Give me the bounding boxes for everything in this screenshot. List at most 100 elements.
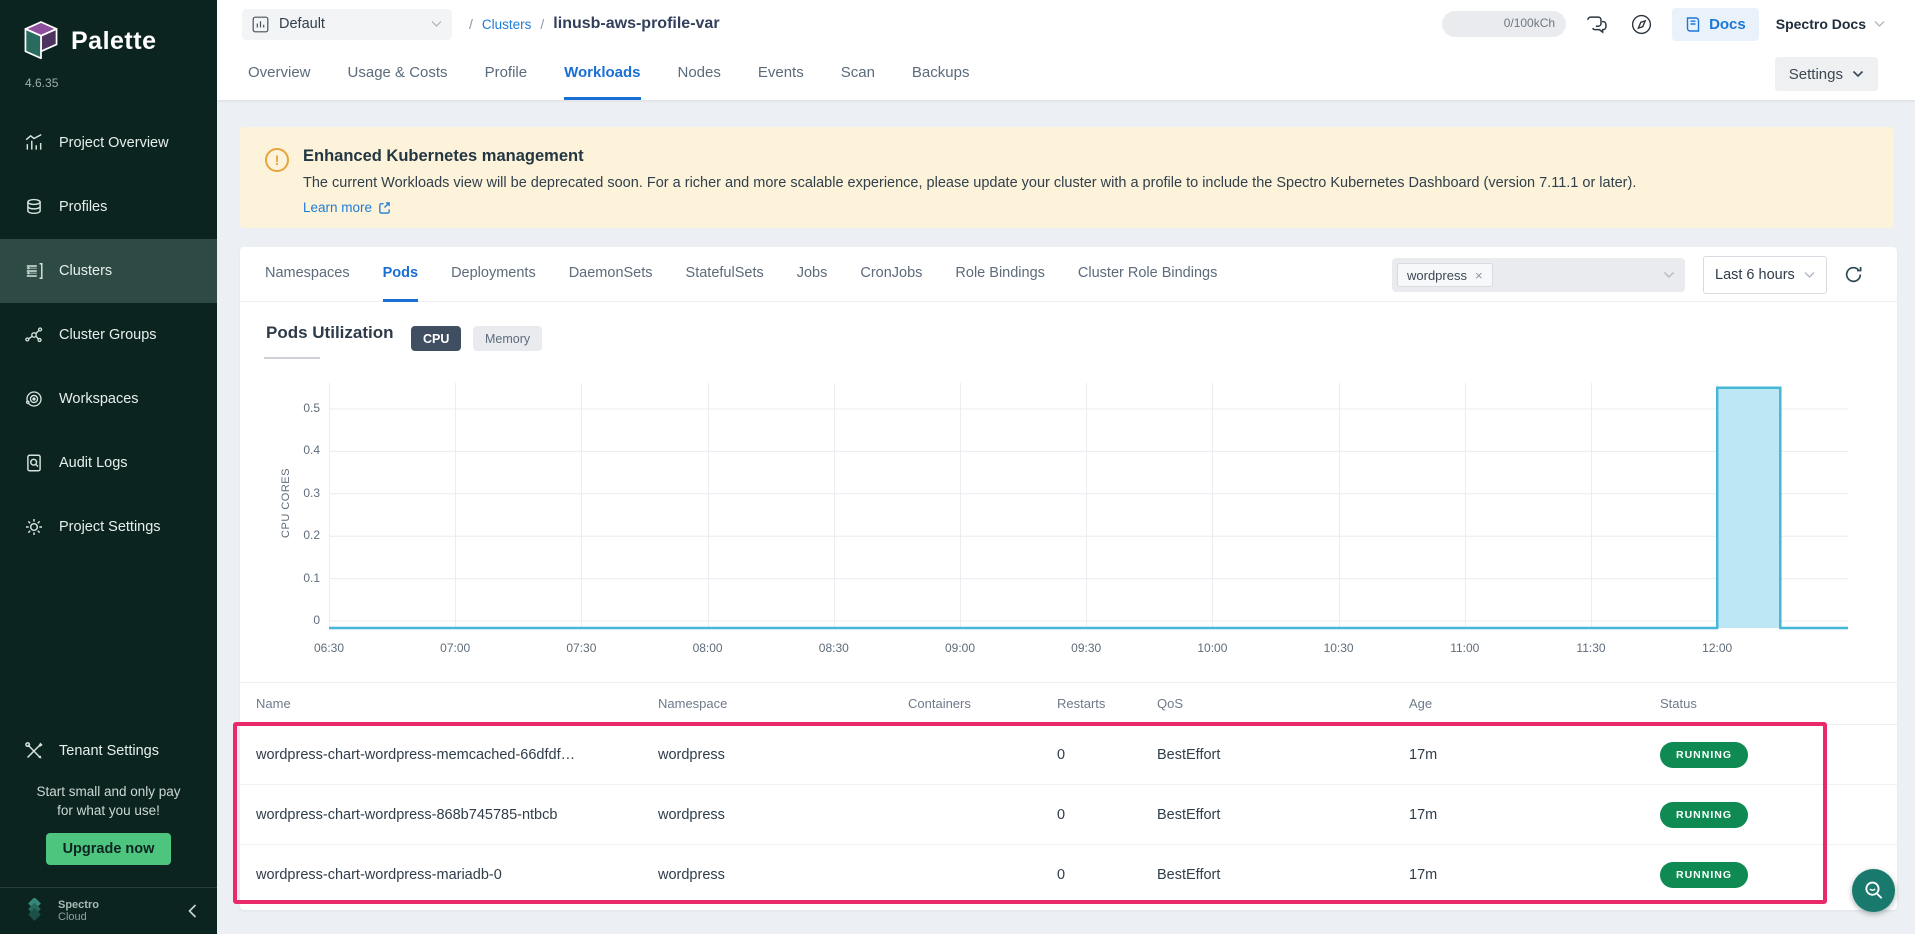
top-bar: Default / Clusters / linusb-aws-profile-… — [217, 0, 1915, 100]
table-row[interactable]: wordpress-chart-wordpress-mariadb-0 word… — [240, 845, 1897, 905]
pods-table-header: Name Namespace Containers Restarts QoS A… — [240, 682, 1897, 725]
sidebar-item-label: Audit Logs — [59, 455, 128, 471]
project-selector[interactable]: Default — [242, 9, 452, 40]
orbit-icon — [24, 389, 44, 409]
top-bar-actions: 0/100kCh Docs Spectro Docs — [1442, 8, 1915, 41]
layers-icon — [24, 197, 44, 217]
top-bar-row1: Default / Clusters / linusb-aws-profile-… — [217, 0, 1915, 48]
sidebar-item-project-overview[interactable]: Project Overview — [0, 111, 217, 175]
tab-profile[interactable]: Profile — [485, 48, 528, 100]
subtab-pods[interactable]: Pods — [383, 247, 418, 302]
section-title: Pods Utilization — [266, 323, 394, 343]
subtab-daemonsets[interactable]: DaemonSets — [569, 247, 653, 302]
search-smile-icon — [1861, 878, 1887, 904]
table-row[interactable]: wordpress-chart-wordpress-868b745785-ntb… — [240, 785, 1897, 845]
sidebar-item-tenant-settings[interactable]: Tenant Settings — [0, 719, 217, 783]
chat-bubbles-icon — [1585, 14, 1609, 35]
network-icon — [24, 325, 44, 345]
pod-namespace: wordpress — [658, 807, 908, 823]
refresh-icon — [1843, 264, 1864, 285]
pod-name: wordpress-chart-wordpress-868b745785-ntb… — [256, 807, 658, 823]
x-tick-label: 07:00 — [425, 641, 485, 655]
y-tick-label: 0.5 — [265, 401, 320, 415]
project-chart-icon — [252, 16, 269, 33]
sidebar-item-audit-logs[interactable]: Audit Logs — [0, 431, 217, 495]
x-tick-label: 09:00 — [930, 641, 990, 655]
pod-name: wordpress-chart-wordpress-mariadb-0 — [256, 867, 658, 883]
subtab-statefulsets[interactable]: StatefulSets — [686, 247, 764, 302]
docs-version-dropdown[interactable]: Spectro Docs — [1776, 16, 1885, 32]
x-tick-label: 08:30 — [804, 641, 864, 655]
learn-more-link[interactable]: Learn more — [303, 200, 391, 215]
breadcrumb-separator: / — [540, 16, 544, 32]
usage-credits-pill: 0/100kCh — [1442, 11, 1566, 37]
pod-qos: BestEffort — [1157, 807, 1409, 823]
tab-overview[interactable]: Overview — [248, 48, 311, 100]
x-tick-label: 11:30 — [1561, 641, 1621, 655]
x-tick-label: 07:30 — [551, 641, 611, 655]
breadcrumb-separator: / — [469, 16, 473, 32]
y-tick-label: 0.3 — [265, 486, 320, 500]
namespace-filter-input[interactable]: wordpress × — [1392, 258, 1685, 292]
docs-button[interactable]: Docs — [1672, 8, 1759, 41]
subtab-deployments[interactable]: Deployments — [451, 247, 536, 302]
tab-events[interactable]: Events — [758, 48, 804, 100]
sidebar-item-label: Clusters — [59, 263, 112, 279]
chat-button[interactable] — [1583, 12, 1611, 37]
status-badge: RUNNING — [1660, 862, 1748, 888]
time-range-select[interactable]: Last 6 hours — [1703, 256, 1827, 294]
compass-icon — [1630, 13, 1653, 36]
explore-button[interactable] — [1628, 11, 1655, 38]
spectro-cloud-wordmark: Spectro Cloud — [58, 899, 99, 923]
table-row[interactable]: wordpress-chart-wordpress-memcached-66df… — [240, 725, 1897, 785]
settings-button[interactable]: Settings — [1775, 57, 1878, 91]
subtab-namespaces[interactable]: Namespaces — [265, 247, 350, 302]
book-icon — [1685, 16, 1701, 33]
sidebar-collapse-icon[interactable] — [188, 904, 197, 918]
help-search-fab[interactable] — [1852, 869, 1895, 912]
chevron-down-icon — [1663, 271, 1675, 279]
col-restarts: Restarts — [1057, 696, 1157, 711]
sidebar-item-project-settings[interactable]: Project Settings — [0, 495, 217, 559]
y-tick-label: 0.4 — [265, 443, 320, 457]
sidebar-item-cluster-groups[interactable]: Cluster Groups — [0, 303, 217, 367]
external-link-icon — [378, 201, 391, 214]
tab-workloads[interactable]: Workloads — [564, 48, 640, 100]
cpu-utilization-chart — [329, 383, 1848, 635]
sidebar-item-clusters[interactable]: Clusters — [0, 239, 217, 303]
breadcrumb-clusters-link[interactable]: Clusters — [482, 17, 532, 32]
x-tick-label: 10:30 — [1309, 641, 1369, 655]
pod-age: 17m — [1409, 807, 1660, 823]
pod-name: wordpress-chart-wordpress-memcached-66df… — [256, 747, 658, 763]
gear-icon — [24, 517, 44, 537]
chevron-down-icon — [1874, 20, 1885, 28]
bar-chart-icon — [24, 133, 44, 153]
cpu-toggle-button[interactable]: CPU — [411, 326, 461, 351]
y-tick-label: 0.1 — [265, 571, 320, 585]
x-tick-label: 06:30 — [299, 641, 359, 655]
pod-age: 17m — [1409, 867, 1660, 883]
banner-title: Enhanced Kubernetes management — [303, 147, 584, 166]
pod-restarts: 0 — [1057, 807, 1157, 823]
pod-restarts: 0 — [1057, 867, 1157, 883]
tab-nodes[interactable]: Nodes — [678, 48, 721, 100]
tab-scan[interactable]: Scan — [841, 48, 875, 100]
sidebar-item-label: Cluster Groups — [59, 327, 157, 343]
y-tick-label: 0 — [265, 613, 320, 627]
pod-age: 17m — [1409, 747, 1660, 763]
subtab-role-bindings[interactable]: Role Bindings — [955, 247, 1044, 302]
memory-toggle-button[interactable]: Memory — [473, 326, 542, 351]
refresh-button[interactable] — [1843, 264, 1864, 285]
upgrade-now-button[interactable]: Upgrade now — [46, 833, 172, 865]
sidebar-item-profiles[interactable]: Profiles — [0, 175, 217, 239]
tab-backups[interactable]: Backups — [912, 48, 970, 100]
filter-tag-remove-icon[interactable]: × — [1475, 268, 1483, 283]
subtab-cluster-role-bindings[interactable]: Cluster Role Bindings — [1078, 247, 1217, 302]
tab-usage-costs[interactable]: Usage & Costs — [348, 48, 448, 100]
docs-version-label: Spectro Docs — [1776, 16, 1866, 32]
sidebar-item-workspaces[interactable]: Workspaces — [0, 367, 217, 431]
pod-qos: BestEffort — [1157, 747, 1409, 763]
subtab-cronjobs[interactable]: CronJobs — [860, 247, 922, 302]
breadcrumb: / Clusters / linusb-aws-profile-var — [469, 15, 720, 33]
subtab-jobs[interactable]: Jobs — [797, 247, 828, 302]
